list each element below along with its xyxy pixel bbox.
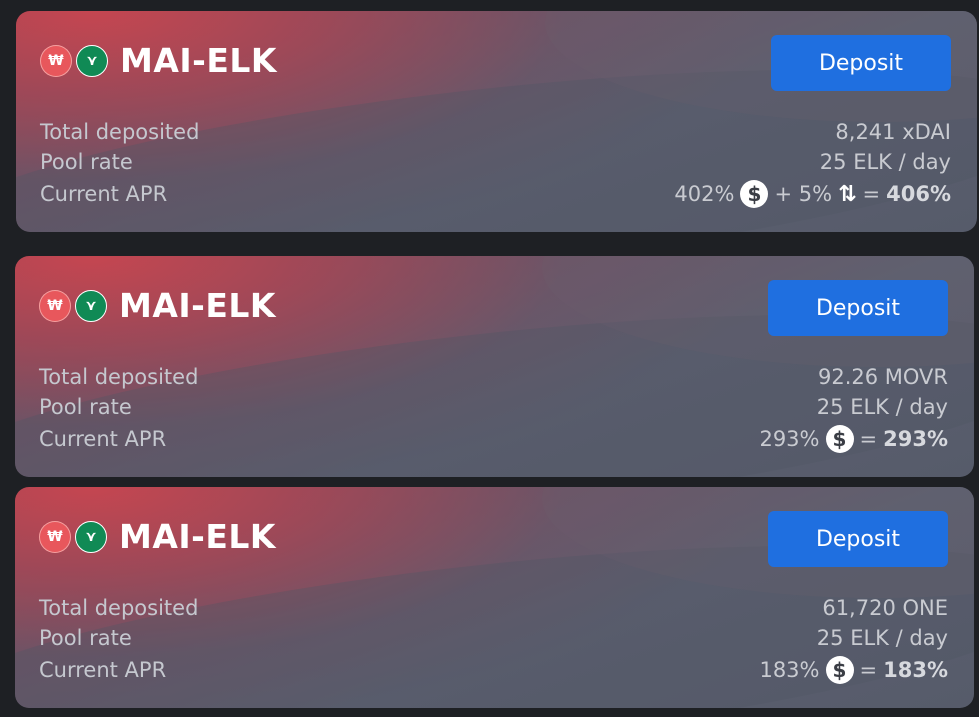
apr-equals: = — [859, 427, 878, 451]
dollar-coin-icon: $ — [740, 180, 769, 208]
total-deposited-label: Total deposited — [39, 365, 199, 389]
pair-header: ₩ ⋎ MAI-ELK — [39, 286, 276, 325]
pair-title: MAI-ELK — [120, 41, 277, 80]
farm-card: ₩ ⋎ MAI-ELK Deposit Total deposited 61,7… — [15, 487, 974, 708]
farm-card: ₩ ⋎ MAI-ELK Deposit Total deposited 8,24… — [16, 11, 977, 232]
mai-token-icon: ₩ — [39, 520, 71, 553]
apr-fee: + 5% — [774, 182, 833, 206]
deposit-button[interactable]: Deposit — [771, 35, 951, 91]
pool-rate-label: Pool rate — [39, 395, 132, 419]
apr-label: Current APR — [39, 658, 167, 682]
apr-value: 402% $ + 5% ⇅ = 406% — [674, 180, 951, 208]
farm-card: ₩ ⋎ MAI-ELK Deposit Total deposited 92.2… — [15, 256, 974, 477]
elk-token-icon: ⋎ — [75, 289, 107, 322]
apr-equals: = — [862, 182, 881, 206]
apr-total: 293% — [883, 427, 948, 451]
total-deposited-value: 8,241 xDAI — [835, 120, 951, 144]
pool-rate-label: Pool rate — [40, 150, 133, 174]
pair-header: ₩ ⋎ MAI-ELK — [39, 517, 276, 556]
deposit-button[interactable]: Deposit — [768, 280, 948, 336]
pool-rate-value: 25 ELK / day — [816, 395, 948, 419]
apr-label: Current APR — [39, 427, 167, 451]
apr-value: 183% $ = 183% — [759, 656, 948, 684]
apr-equals: = — [859, 658, 878, 682]
apr-total: 406% — [886, 182, 951, 206]
apr-total: 183% — [883, 658, 948, 682]
apr-reward: 183% — [759, 658, 820, 682]
pair-header: ₩ ⋎ MAI-ELK — [40, 41, 277, 80]
total-deposited-label: Total deposited — [40, 120, 200, 144]
apr-value: 293% $ = 293% — [759, 425, 948, 453]
apr-reward: 402% — [674, 182, 735, 206]
total-deposited-value: 92.26 MOVR — [817, 365, 948, 389]
swap-fee-icon: ⇅ — [838, 181, 857, 207]
pair-title: MAI-ELK — [119, 517, 276, 556]
pool-rate-value: 25 ELK / day — [819, 150, 951, 174]
mai-token-icon: ₩ — [39, 289, 71, 322]
pool-rate-value: 25 ELK / day — [816, 626, 948, 650]
pair-title: MAI-ELK — [119, 286, 276, 325]
dollar-coin-icon: $ — [825, 425, 854, 453]
dollar-coin-icon: $ — [825, 656, 854, 684]
total-deposited-label: Total deposited — [39, 596, 199, 620]
pool-rate-label: Pool rate — [39, 626, 132, 650]
total-deposited-value: 61,720 ONE — [822, 596, 948, 620]
apr-reward: 293% — [759, 427, 820, 451]
elk-token-icon: ⋎ — [76, 44, 108, 77]
elk-token-icon: ⋎ — [75, 520, 107, 553]
apr-label: Current APR — [40, 182, 168, 206]
mai-token-icon: ₩ — [40, 44, 72, 77]
deposit-button[interactable]: Deposit — [768, 511, 948, 567]
